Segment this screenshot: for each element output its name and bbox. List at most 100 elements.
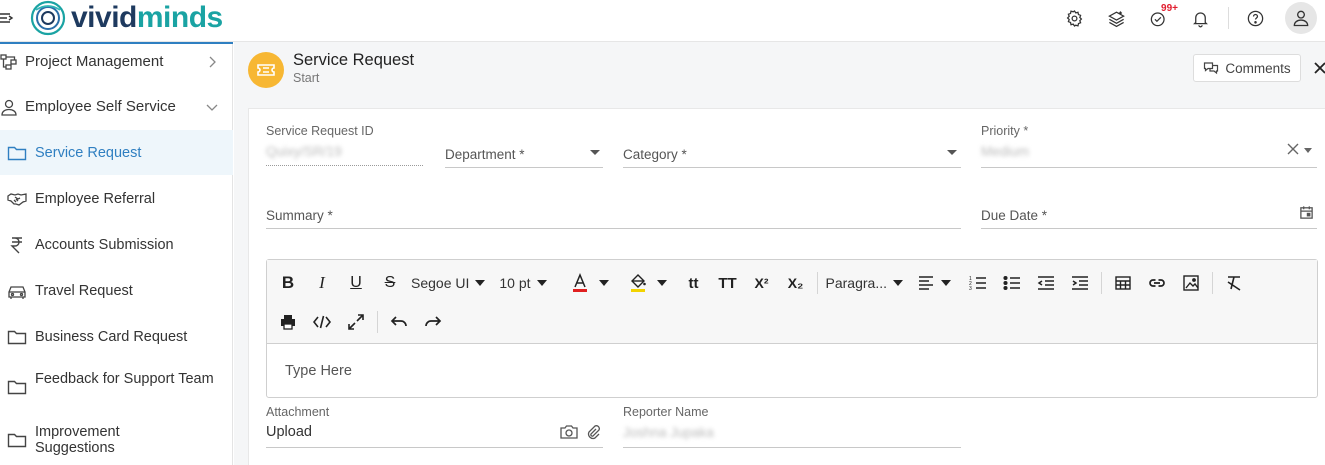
apps-layers-icon[interactable]: [1100, 2, 1132, 34]
clear-formatting-button[interactable]: [1221, 270, 1247, 296]
field-underline: [623, 167, 961, 168]
user-avatar[interactable]: [1285, 2, 1317, 34]
sidebar-item-label: Improvement Suggestions: [35, 424, 120, 456]
indent-button[interactable]: [1067, 270, 1093, 296]
subscript-button[interactable]: X₂: [783, 270, 809, 296]
fullscreen-button[interactable]: [343, 309, 369, 335]
sidebar-item-accounts-submission[interactable]: Accounts Submission: [0, 222, 233, 267]
clear-format-icon: [1227, 276, 1241, 291]
indent-icon: [1072, 276, 1088, 290]
sidebar-item-label: Service Request: [35, 145, 142, 161]
chevron-right-icon: [209, 56, 216, 68]
sidebar-item-travel-request[interactable]: Travel Request: [0, 268, 233, 313]
font-size-value: 10 pt: [499, 275, 531, 291]
upload-link[interactable]: Upload: [266, 424, 312, 440]
caret-down-icon: [536, 280, 547, 286]
sidebar-item-label: Feedback for Support Team: [35, 371, 214, 387]
sidebar-item-business-card-request[interactable]: Business Card Request: [0, 314, 233, 359]
font-size-select[interactable]: 10 pt: [499, 275, 547, 291]
line-height-button[interactable]: tt: [681, 270, 707, 296]
due-date-input[interactable]: Due Date *: [981, 204, 1317, 229]
code-view-button[interactable]: [309, 309, 335, 335]
category-select[interactable]: Category *: [623, 143, 961, 168]
italic-button[interactable]: I: [309, 270, 335, 296]
notifications-bell-icon[interactable]: [1184, 2, 1216, 34]
superscript-button[interactable]: X²: [749, 270, 775, 296]
comments-button[interactable]: Comments: [1193, 54, 1301, 82]
brand-logo[interactable]: vividminds: [28, 0, 223, 36]
clear-icon[interactable]: [1286, 142, 1300, 156]
outdent-button[interactable]: [1033, 270, 1059, 296]
reporter-name-label: Reporter Name: [623, 405, 709, 419]
sidebar-group-project-management[interactable]: Project Management: [0, 42, 233, 82]
sidebar-item-improvement-suggestions[interactable]: Improvement Suggestions: [0, 413, 233, 459]
sidebar-item-label: Travel Request: [35, 283, 133, 299]
service-request-id-field: Service Request ID Quixy/SR/19: [266, 124, 423, 169]
comments-label: Comments: [1225, 60, 1291, 76]
caret-down-icon: [598, 280, 609, 286]
sidebar-group-label: Project Management: [25, 53, 164, 70]
priority-select[interactable]: Priority * Medium: [981, 124, 1317, 168]
code-icon: [313, 315, 331, 329]
caret-down-icon: [475, 280, 486, 286]
department-select[interactable]: Department *: [445, 143, 603, 168]
folder-icon: [7, 146, 27, 161]
redo-button[interactable]: [420, 309, 446, 335]
field-underline: [266, 447, 603, 448]
summary-input[interactable]: Summary *: [266, 204, 961, 229]
brand-name: vividminds: [71, 1, 223, 34]
toolbar-divider: [377, 311, 378, 333]
tasks-badge: 99+: [1161, 3, 1178, 14]
tasks-check-icon[interactable]: 99+: [1142, 2, 1178, 34]
editor-content-area[interactable]: Type Here: [285, 363, 352, 379]
insert-image-button[interactable]: [1178, 270, 1204, 296]
handshake-icon: [7, 193, 27, 206]
block-format-value: Paragra...: [825, 275, 887, 291]
block-format-select[interactable]: Paragra...: [826, 275, 903, 291]
main-content: Service Request Start Comments Service R…: [234, 42, 1325, 465]
reporter-name-field: Reporter Name Joshna Jupaka: [623, 405, 961, 448]
attachment-label: Attachment: [266, 405, 330, 419]
toolbar-divider: [816, 272, 818, 294]
close-icon[interactable]: [1312, 60, 1325, 76]
top-bar: vividminds 99+: [0, 0, 1325, 42]
settings-gear-icon[interactable]: [1058, 2, 1090, 34]
strikethrough-button[interactable]: S: [377, 270, 403, 296]
bold-button[interactable]: B: [275, 270, 301, 296]
font-family-select[interactable]: Segoe UI: [411, 275, 486, 291]
readonly-underline: [266, 165, 423, 166]
align-select[interactable]: [917, 274, 951, 292]
print-button[interactable]: [275, 309, 301, 335]
camera-icon[interactable]: [560, 424, 578, 440]
menu-toggle-icon[interactable]: [0, 11, 14, 25]
field-underline: [623, 447, 961, 448]
ordered-list-button[interactable]: 123: [965, 270, 991, 296]
help-icon[interactable]: [1239, 2, 1271, 34]
caret-down-icon: [1304, 148, 1312, 153]
bullet-list-icon: [1003, 275, 1020, 291]
numbered-list-icon: 123: [969, 276, 986, 292]
text-case-button[interactable]: TT: [715, 270, 741, 296]
service-request-id-value: Quixy/SR/19: [266, 144, 342, 159]
text-color-button[interactable]: [571, 273, 609, 293]
sidebar-item-feedback-support[interactable]: Feedback for Support Team: [0, 360, 233, 406]
toolbar-row-2: [275, 308, 454, 336]
sidebar-item-service-request[interactable]: Service Request: [0, 130, 233, 175]
highlight-color-button[interactable]: [629, 273, 667, 293]
align-left-icon: [919, 276, 933, 290]
attachment-field[interactable]: Attachment Upload: [266, 405, 603, 448]
insert-table-button[interactable]: [1110, 270, 1136, 296]
calendar-icon[interactable]: [1299, 205, 1314, 220]
caret-down-icon: [656, 280, 667, 286]
sidebar-item-employee-referral[interactable]: Employee Referral: [0, 176, 233, 221]
bullet-list-button[interactable]: [999, 270, 1025, 296]
undo-button[interactable]: [386, 309, 412, 335]
underline-button[interactable]: U: [343, 270, 369, 296]
sidebar: Project Management Employee Self Service…: [0, 42, 233, 465]
sidebar-group-employee-self-service[interactable]: Employee Self Service: [0, 87, 233, 127]
insert-link-button[interactable]: [1144, 270, 1170, 296]
caret-down-icon: [947, 150, 957, 155]
caret-down-icon: [893, 280, 903, 286]
header-actions: 99+: [1048, 0, 1317, 36]
paperclip-icon[interactable]: [586, 424, 600, 440]
